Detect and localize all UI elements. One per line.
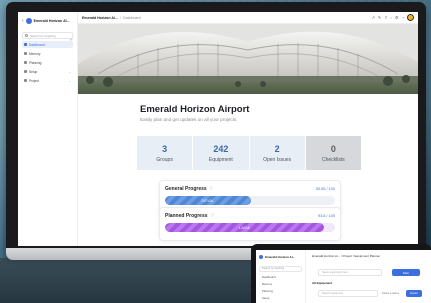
equipment-name-input[interactable]: Name equipment here [318, 269, 382, 276]
export-button[interactable]: Export [406, 290, 422, 297]
external-link-icon[interactable]: ↗ [371, 15, 374, 20]
laptop-sidebar-item[interactable]: Dashboard [259, 275, 302, 279]
sidebar-item-memory[interactable]: Memory [22, 50, 73, 57]
equipment-search-input[interactable]: Search equipment [318, 290, 378, 297]
topbar-actions: ↗ ✎ ⇪ ▫ ⚙ ◔ [371, 14, 414, 21]
progress-header: Planned Progress ⓘ 93.6 / 100 [165, 212, 335, 219]
progress-fill-label: DEVAL [201, 198, 215, 203]
stat-label: Checklists [321, 156, 345, 163]
filter-button[interactable]: Filter [392, 269, 420, 276]
stats-row: 3 Groups 242 Equipment 2 Open Issues 0 C… [137, 136, 361, 170]
progress-fill: LAGA [165, 223, 325, 232]
sidebar-item-planning[interactable]: Planning [22, 59, 73, 66]
laptop-main: Emerald Horizon Ai... / Project / Equipm… [306, 250, 431, 303]
stat-value: 3 [162, 143, 168, 154]
sidebar: ‹ Emerald Horizon Ai... ⇤ Search by anyt… [18, 12, 78, 246]
search-placeholder: Search by anything [30, 33, 56, 38]
desktop-screen: ‹ Emerald Horizon Ai... ⇤ Search by anyt… [18, 12, 418, 246]
edit-icon[interactable]: ✎ [378, 15, 381, 20]
stat-value: 242 [213, 143, 229, 154]
dashboard-icon [24, 43, 27, 46]
topbar: Emerald Horizon Ai... / Dashboard ↗ ✎ ⇪ … [78, 12, 418, 24]
stat-label: Equipment [208, 156, 233, 163]
info-icon[interactable]: ⓘ [210, 186, 214, 191]
laptop-sidebar-item[interactable]: Memory [259, 282, 302, 286]
sidebar-collapse-icon[interactable]: ⇤ [70, 38, 73, 42]
share-icon[interactable]: ⇪ [384, 15, 387, 20]
setup-icon [24, 70, 27, 73]
sidebar-item-project[interactable]: Project ⌄ [22, 77, 73, 84]
progress-title: General Progress [165, 185, 207, 192]
sidebar-item-label: Memory [29, 51, 41, 56]
search-icon [25, 34, 28, 37]
laptop-sidebar: Emerald Horizon Ai... Search by anything… [256, 250, 306, 303]
org-title[interactable]: Emerald Horizon Ai... [265, 255, 295, 259]
breadcrumb-root[interactable]: Emerald Horizon Ai... [82, 16, 118, 20]
sidebar-search-input[interactable]: Search by anything [22, 32, 73, 39]
sidebar-item-label: Dashboard [29, 42, 45, 47]
laptop-sidebar-item[interactable]: Planning [259, 289, 302, 293]
org-title[interactable]: Emerald Horizon Ai... [34, 19, 70, 23]
main-content: Emerald Horizon Airport Easily plan and … [78, 94, 418, 246]
org-logo [25, 18, 32, 24]
planning-icon [24, 61, 27, 64]
breadcrumb-separator: / [120, 15, 122, 20]
stat-groups[interactable]: 3 Groups [137, 136, 193, 170]
chevron-down-icon: ⌄ [68, 69, 71, 74]
project-icon [24, 79, 27, 82]
avatar[interactable] [407, 14, 414, 21]
progress-track: LAGA [165, 223, 335, 232]
sidebar-item-setup[interactable]: Setup ⌄ [22, 68, 73, 75]
sidebar-item-dashboard[interactable]: Dashboard [22, 41, 73, 48]
progress-fill: DEVAL [165, 196, 252, 205]
sidebar-header: ‹ Emerald Horizon Ai... [22, 15, 73, 27]
laptop-breadcrumb: Emerald Horizon Ai... / Project / Equipm… [312, 254, 381, 258]
stat-checklists[interactable]: 0 Checklists [305, 136, 361, 170]
laptop-sidebar-header: Emerald Horizon Ai... [259, 253, 302, 261]
stat-equipment[interactable]: 242 Equipment [193, 136, 249, 170]
info-icon[interactable]: ⓘ [211, 213, 215, 218]
breadcrumb-current: Dashboard [123, 15, 141, 20]
stat-label: Groups [156, 156, 173, 163]
progress-header: General Progress ⓘ 50.65 / 100 [165, 185, 335, 192]
progress-value: 50.65 / 100 [315, 186, 335, 191]
pin-icon[interactable]: ▫ [391, 15, 392, 20]
chevron-down-icon: ⌄ [68, 78, 71, 83]
sidebar-item-label: Project [29, 78, 39, 83]
stat-label: Open Issues [263, 156, 292, 163]
sidebar-item-label: Setup [29, 69, 38, 74]
laptop-search-input[interactable]: Search by anything [259, 266, 302, 272]
page-subtitle: Easily plan and get updates on all your … [140, 117, 238, 122]
progress-value: 93.6 / 100 [318, 213, 335, 218]
progress-fill-label: LAGA [239, 225, 250, 230]
settings-icon[interactable]: ⚙ [395, 15, 399, 20]
bell-icon[interactable]: ◔ [402, 15, 404, 20]
progress-track: DEVAL [165, 196, 335, 205]
airport-illustration [78, 24, 418, 94]
stat-value: 0 [330, 143, 336, 154]
hero-airport-image [78, 24, 418, 94]
laptop-screen: Emerald Horizon Ai... Search by anything… [256, 250, 431, 303]
planned-progress-card: Planned Progress ⓘ 93.6 / 100 LAGA [159, 207, 341, 241]
section-title: All Equipment [312, 281, 333, 285]
sidebar-item-label: Planning [29, 60, 42, 65]
org-logo [259, 255, 263, 259]
stat-value: 2 [274, 143, 280, 154]
status-select[interactable]: Select a status [382, 290, 404, 297]
page-title: Emerald Horizon Airport [140, 104, 250, 115]
stat-open-issues[interactable]: 2 Open Issues [249, 136, 305, 170]
laptop-sidebar-item[interactable]: Setup [259, 296, 302, 300]
progress-title: Planned Progress [165, 212, 208, 219]
chevron-left-icon[interactable]: ‹ [22, 18, 24, 24]
memory-icon [24, 52, 27, 55]
